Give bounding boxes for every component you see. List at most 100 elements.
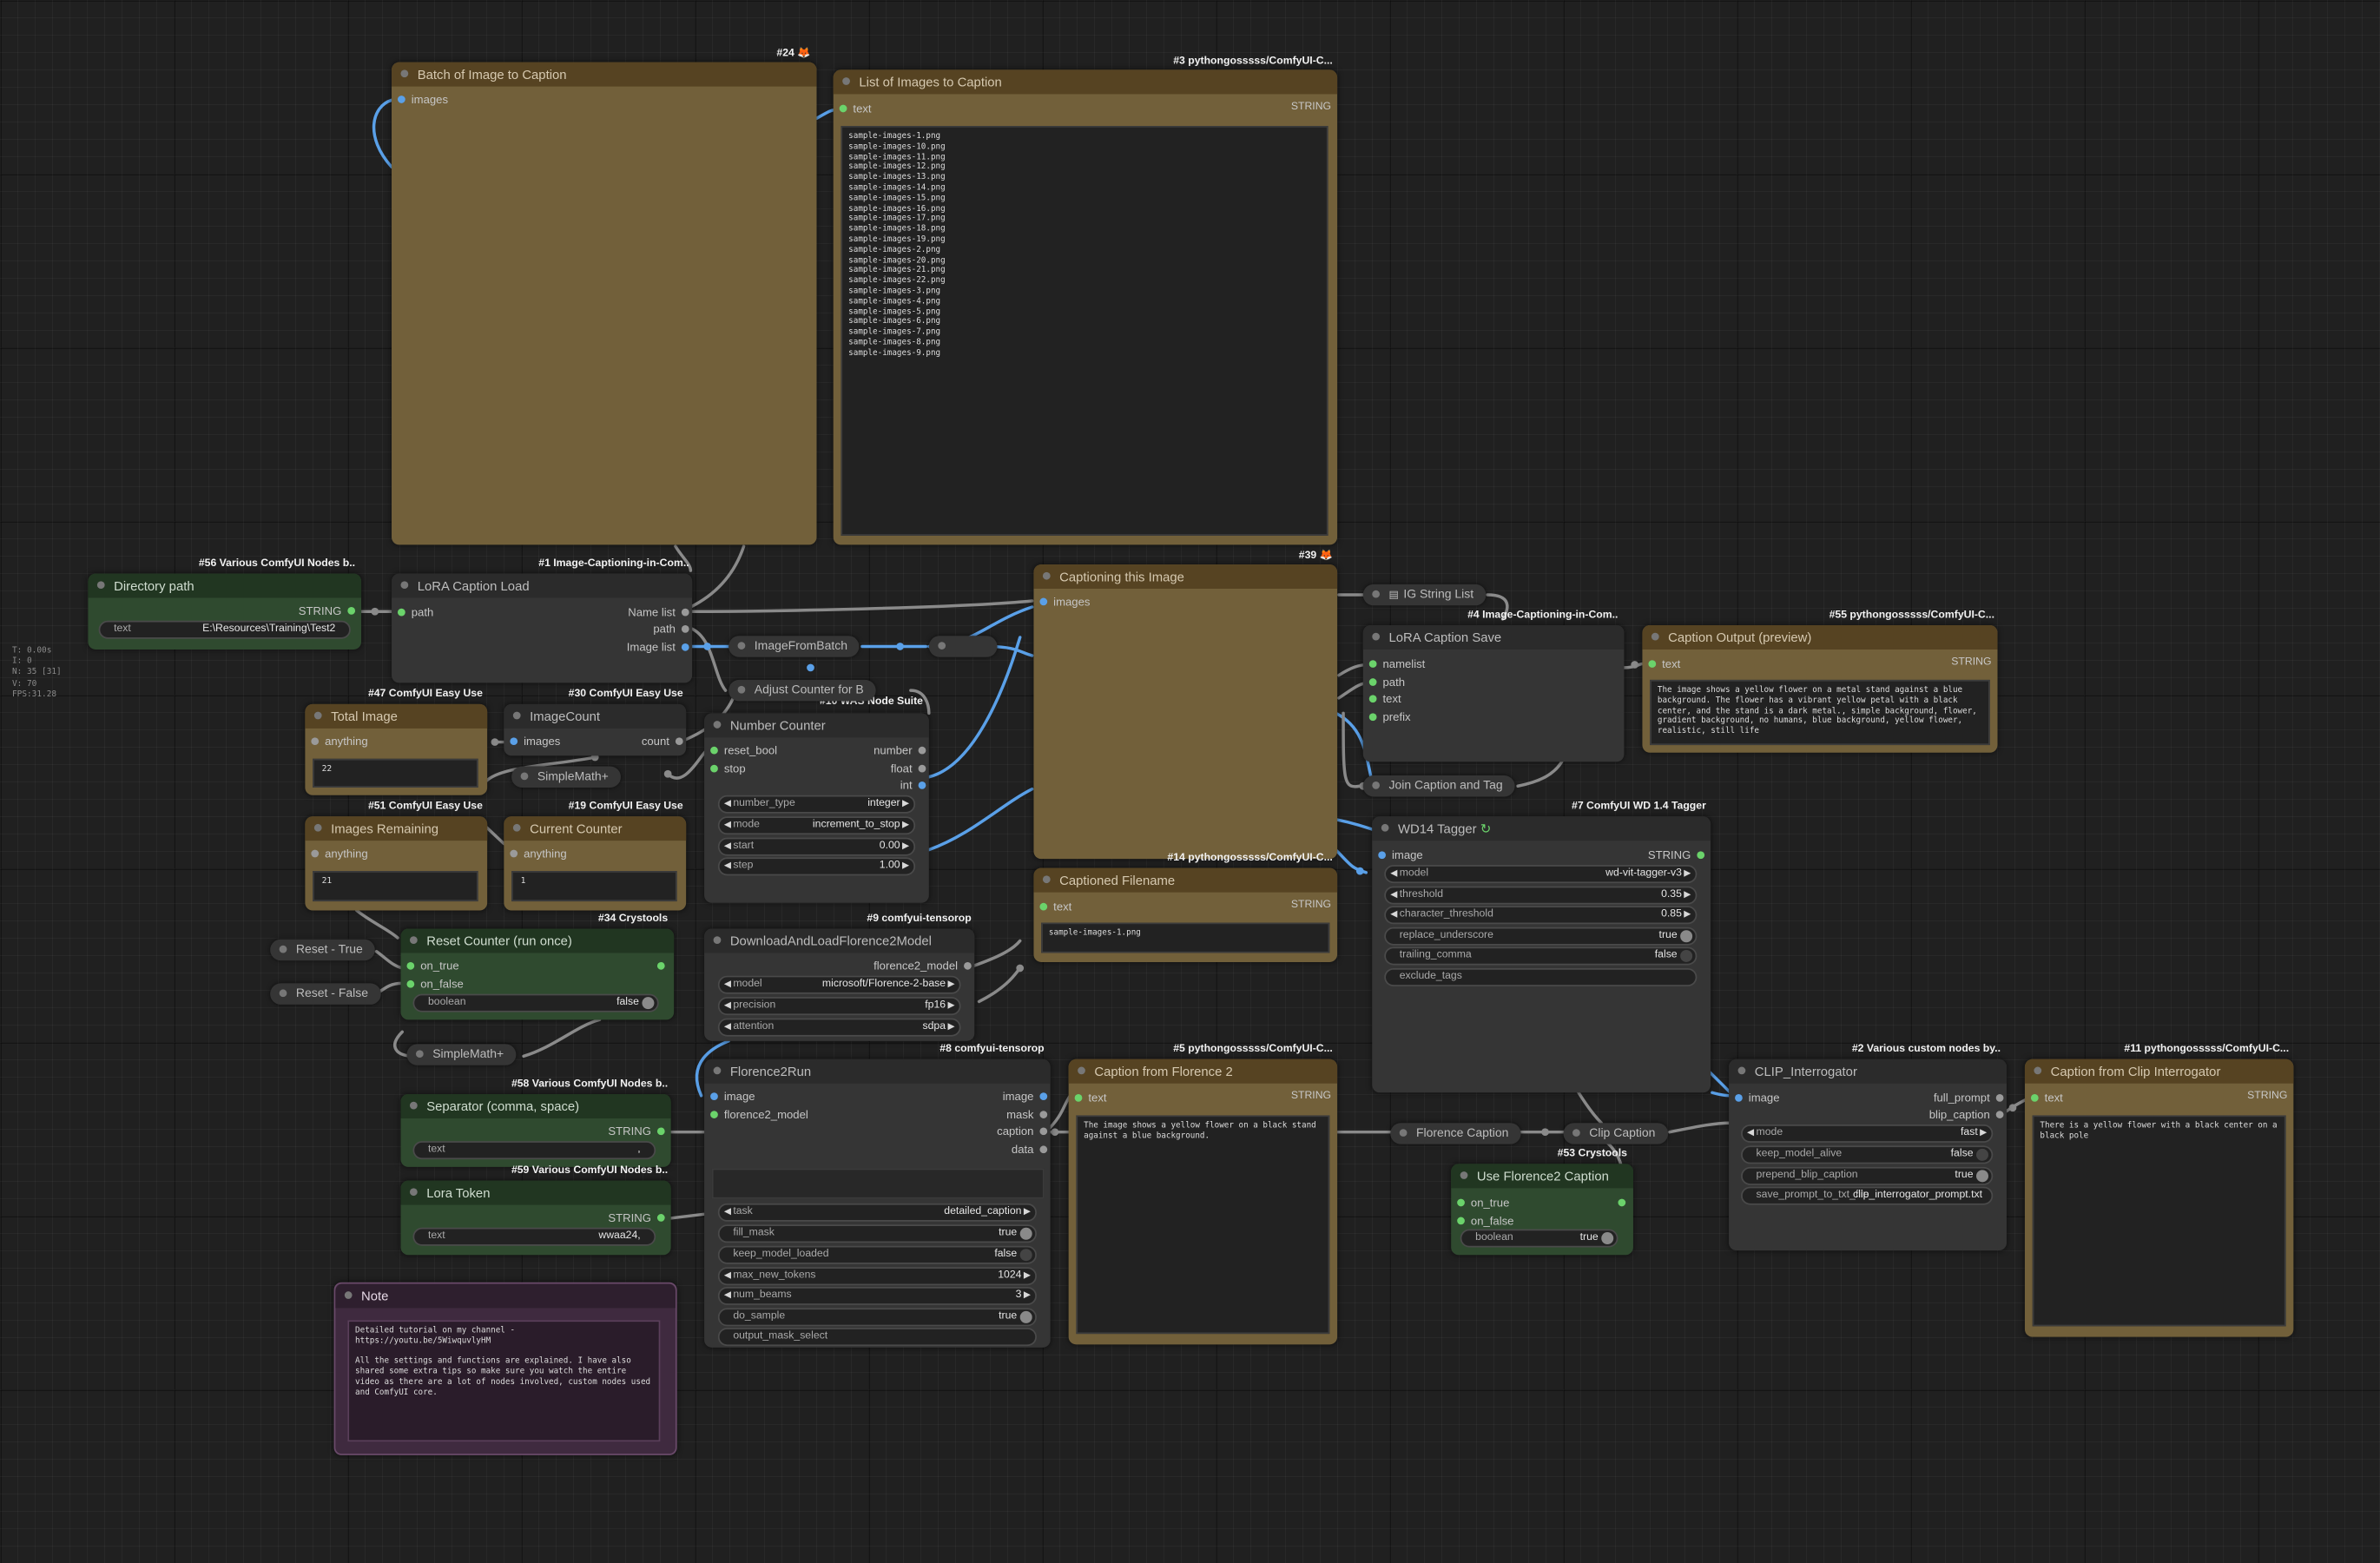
output-slot-mask[interactable]: mask	[1006, 1108, 1048, 1121]
node-image-count[interactable]: ImageCount images count	[504, 703, 687, 756]
input-slot-on-true[interactable]: on_true	[1457, 1196, 1509, 1210]
text-widget-save-prompt-to-txt-file[interactable]: save_prompt_to_txt_file clip_interrogator…	[1741, 1186, 1994, 1205]
node-title[interactable]: ImageCount	[504, 703, 687, 729]
node-title[interactable]: Use Florence2 Caption	[1451, 1164, 1633, 1189]
input-slot-reset-bool[interactable]: reset_bool	[710, 743, 777, 757]
node-title[interactable]: Current Counter	[504, 816, 687, 841]
node-reset-false[interactable]: Reset - False	[270, 983, 381, 1005]
output-slot-int[interactable]: int	[900, 779, 926, 792]
combo-widget-task[interactable]: ◀ task detailed_caption ▶	[717, 1203, 1037, 1222]
toggle-widget-boolean[interactable]: boolean true	[1460, 1229, 1619, 1248]
number-widget-start[interactable]: ◀ start 0.00 ▶	[717, 837, 916, 856]
node-title[interactable]: LoRA Caption Load	[392, 573, 693, 598]
node-title[interactable]: Caption from Florence 2	[1068, 1058, 1338, 1084]
node-title[interactable]: Lora Token	[400, 1180, 671, 1205]
node-florence2run[interactable]: Florence2Run image florence2_model image…	[704, 1058, 1051, 1348]
output-slot-path[interactable]: path	[653, 623, 689, 636]
text-display[interactable]: There is a yellow flower with a black ce…	[2032, 1115, 2286, 1327]
combo-widget-number-type[interactable]: ◀ number_type integer ▶	[717, 795, 916, 814]
output-slot-string[interactable]: STRING	[1648, 848, 1705, 862]
text-widget[interactable]: text wwaa24,	[412, 1227, 656, 1246]
node-title[interactable]: WD14 Tagger ↻	[1372, 816, 1711, 841]
number-widget-max-new-tokens[interactable]: ◀ max_new_tokens 1024 ▶	[717, 1267, 1037, 1286]
note-text[interactable]: Detailed tutorial on my channel - https:…	[347, 1320, 661, 1442]
output-slot-name-list[interactable]: Name list	[628, 605, 690, 619]
node-title[interactable]: CLIP_Interrogator	[1729, 1058, 2007, 1084]
input-slot-path[interactable]: path	[397, 605, 433, 619]
node-separator[interactable]: Separator (comma, space) STRING text,	[400, 1094, 671, 1167]
combo-widget-precision[interactable]: ◀ precision fp16 ▶	[717, 997, 961, 1016]
text-widget[interactable]: text,	[412, 1141, 656, 1160]
input-slot-prefix[interactable]: prefix	[1368, 710, 1411, 724]
node-captioned-filename[interactable]: Captioned Filename text STRING sample-im…	[1033, 867, 1338, 962]
node-title[interactable]: Captioning this Image	[1033, 564, 1338, 590]
node-join-caption-and-tag[interactable]: Join Caption and Tag	[1362, 775, 1515, 797]
node-reroute[interactable]	[928, 636, 998, 657]
node-title[interactable]: Images Remaining	[305, 816, 488, 841]
node-clip-interrogator[interactable]: CLIP_Interrogator image full_prompt blip…	[1729, 1058, 2007, 1251]
node-lora-caption-save[interactable]: LoRA Caption Save namelist path text pre…	[1362, 625, 1625, 762]
node-title[interactable]: Directory path	[88, 573, 362, 598]
output-slot-count[interactable]: count	[642, 735, 684, 749]
node-title[interactable]: Number Counter	[704, 713, 929, 738]
node-lora-token[interactable]: Lora Token STRING text wwaa24,	[400, 1180, 671, 1256]
text-widget[interactable]: text E:\Resources\Training\Test2	[98, 620, 351, 639]
output-slot[interactable]	[1618, 1198, 1626, 1207]
node-clip-caption[interactable]: Clip Caption	[1563, 1123, 1668, 1144]
input-slot-images[interactable]: images	[1039, 595, 1090, 609]
node-title[interactable]: LoRA Caption Save	[1362, 625, 1625, 650]
node-adjust-counter[interactable]: Adjust Counter for B	[729, 679, 876, 702]
input-slot-on-true[interactable]: on_true	[406, 959, 459, 973]
node-current-counter[interactable]: Current Counter anything 1	[504, 816, 687, 911]
text-display[interactable]: The image shows a yellow flower on a met…	[1650, 679, 1990, 746]
number-widget-step[interactable]: ◀ step 1.00 ▶	[717, 857, 916, 876]
toggle-widget-fill-mask[interactable]: fill_mask true	[717, 1224, 1037, 1243]
input-slot-text[interactable]: text	[1074, 1091, 1107, 1105]
toggle-widget-prepend-blip-caption[interactable]: prepend_blip_caption true	[1741, 1166, 1994, 1185]
combo-widget-mode[interactable]: ◀ mode fast ▶	[1741, 1124, 1994, 1143]
output-slot-string[interactable]: STRING	[299, 604, 356, 617]
node-title[interactable]: Florence2Run	[704, 1058, 1051, 1084]
input-slot-text[interactable]: text	[1039, 900, 1071, 913]
text-widget-exclude-tags[interactable]: exclude_tags	[1384, 967, 1698, 986]
node-title[interactable]: List of Images to Caption	[833, 69, 1338, 95]
node-title[interactable]: Separator (comma, space)	[400, 1094, 671, 1118]
input-slot-anything[interactable]: anything	[311, 735, 368, 749]
node-title[interactable]: DownloadAndLoadFlorence2Model	[704, 928, 975, 953]
node-note[interactable]: Note Detailed tutorial on my channel - h…	[333, 1282, 677, 1455]
output-slot-blip-caption[interactable]: blip_caption	[1929, 1108, 2004, 1121]
toggle-widget-replace-underscore[interactable]: replace_underscore true	[1384, 927, 1698, 946]
node-lora-caption-load[interactable]: LoRA Caption Load path Name list path Im…	[392, 573, 693, 683]
number-widget-num-beams[interactable]: ◀ num_beams 3 ▶	[717, 1286, 1037, 1305]
node-title[interactable]: Caption Output (preview)	[1642, 625, 1998, 650]
node-title[interactable]: Note	[335, 1283, 676, 1309]
node-caption-output-preview[interactable]: Caption Output (preview) text STRING The…	[1642, 625, 1998, 753]
node-use-florence2-caption[interactable]: Use Florence2 Caption on_true on_false b…	[1451, 1164, 1633, 1256]
output-slot-string[interactable]: STRING	[608, 1211, 666, 1224]
refresh-icon[interactable]: ↻	[1480, 821, 1491, 835]
node-batch-of-image-to-caption[interactable]: Batch of Image to Caption images	[392, 62, 817, 545]
node-captioning-this-image[interactable]: Captioning this Image images	[1033, 564, 1338, 860]
node-directory-path[interactable]: Directory path STRING text E:\Resources\…	[88, 573, 362, 650]
node-title[interactable]: Batch of Image to Caption	[392, 62, 817, 87]
input-slot-namelist[interactable]: namelist	[1368, 657, 1425, 670]
node-ig-string-list[interactable]: ▤ IG String List	[1362, 584, 1487, 606]
output-slot[interactable]	[656, 961, 665, 970]
node-graph-canvas[interactable]: T: 0.00s I: 0 N: 35 [31] V: 70 FPS:31.28…	[0, 0, 2380, 1563]
output-slot-florence2-model[interactable]: florence2_model	[874, 959, 972, 973]
input-slot-text[interactable]: text	[1368, 692, 1401, 706]
node-list-of-images-to-caption[interactable]: List of Images to Caption text STRING sa…	[833, 69, 1338, 545]
node-title[interactable]: Caption from Clip Interrogator	[2024, 1058, 2294, 1084]
input-slot-image[interactable]: image	[710, 1090, 755, 1103]
output-slot-string[interactable]: STRING	[608, 1124, 666, 1138]
input-slot-images[interactable]: images	[510, 735, 560, 749]
combo-widget-model[interactable]: ◀ model wd-vit-tagger-v3 ▶	[1384, 865, 1698, 884]
node-total-image[interactable]: Total Image anything 22	[305, 703, 488, 795]
input-slot-stop[interactable]: stop	[710, 762, 746, 775]
node-caption-from-clip-interrogator[interactable]: Caption from Clip Interrogator text STRI…	[2024, 1058, 2294, 1337]
toggle-widget-keep-model-loaded[interactable]: keep_model_loaded false	[717, 1245, 1037, 1264]
node-caption-from-florence-2[interactable]: Caption from Florence 2 text STRING The …	[1068, 1058, 1338, 1345]
output-slot-image-list[interactable]: Image list	[627, 640, 689, 654]
output-slot-data[interactable]: data	[1012, 1143, 1047, 1157]
toggle-widget-trailing-comma[interactable]: trailing_comma false	[1384, 946, 1698, 966]
